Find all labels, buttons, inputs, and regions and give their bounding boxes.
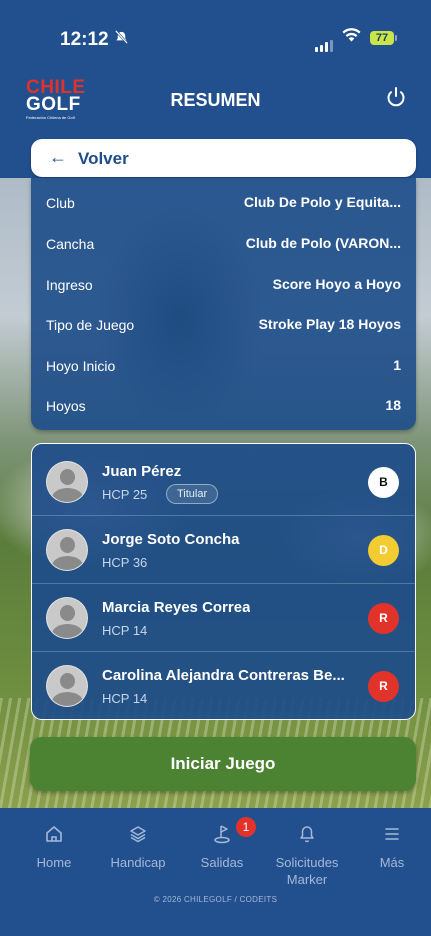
info-row-club: Club Club De Polo y Equita... — [31, 182, 416, 222]
info-value: Score Hoyo a Hoyo — [272, 276, 401, 292]
info-key: Cancha — [46, 236, 95, 252]
info-value: Club de Polo (VARON... — [245, 235, 401, 251]
tab-home[interactable]: Home — [14, 824, 94, 871]
back-button[interactable]: ← Volver — [31, 139, 416, 177]
avatar — [46, 597, 88, 639]
logo-tagline: Federación Chilena de Golf — [26, 115, 75, 120]
tee-badge[interactable]: R — [368, 603, 399, 634]
game-info-card: Club Club De Polo y Equita... Cancha Clu… — [31, 178, 416, 430]
bell-icon — [267, 824, 347, 848]
layers-icon — [98, 824, 178, 848]
info-row-hoyos: Hoyos 18 — [31, 385, 416, 425]
avatar — [46, 461, 88, 503]
start-game-label: Iniciar Juego — [170, 754, 276, 773]
player-row[interactable]: Marcia Reyes Correa HCP 14 R — [32, 583, 415, 652]
page-title: RESUMEN — [170, 90, 261, 110]
cellular-signal-icon — [315, 34, 335, 52]
avatar — [46, 665, 88, 707]
info-value: 1 — [393, 357, 401, 373]
silent-mode-icon — [114, 30, 129, 48]
arrow-left-icon: ← — [49, 147, 67, 167]
status-bar: 12:12 77 — [0, 0, 431, 64]
info-value: Stroke Play 18 Hoyos — [258, 316, 401, 332]
info-row-ingreso: Ingreso Score Hoyo a Hoyo — [31, 264, 416, 304]
player-hcp: HCP 25 — [102, 487, 148, 502]
player-name: Jorge Soto Concha — [102, 531, 240, 548]
info-row-tipo-juego: Tipo de Juego Stroke Play 18 Hoyos — [31, 304, 416, 344]
info-value: Club De Polo y Equita... — [243, 194, 401, 210]
info-row-cancha: Cancha Club de Polo (VARON... — [31, 223, 416, 263]
player-row[interactable]: Juan Pérez HCP 25 Titular B — [32, 447, 415, 516]
tab-label: Home — [36, 855, 72, 870]
tee-badge[interactable]: R — [368, 671, 399, 702]
menu-icon — [352, 824, 431, 848]
info-key: Tipo de Juego — [46, 317, 135, 333]
info-key: Hoyo Inicio — [46, 358, 116, 374]
info-key: Hoyos — [46, 398, 86, 414]
player-row[interactable]: Carolina Alejandra Contreras Be... HCP 1… — [32, 651, 415, 719]
info-key: Club — [46, 195, 75, 211]
footer-copyright: © 2026 CHILEGOLF / CODEITS — [153, 895, 278, 904]
tab-solicitudes-marker[interactable]: Solicitudes Marker — [267, 824, 347, 888]
tee-badge[interactable]: D — [368, 535, 399, 566]
bottom-tab-bar: Home Handicap Salidas Solicitudes Marker… — [0, 808, 431, 936]
tee-badge[interactable]: B — [368, 467, 399, 498]
notification-badge: 1 — [236, 817, 256, 837]
player-hcp: HCP 36 — [102, 555, 148, 570]
players-card: Juan Pérez HCP 25 Titular B Jorge Soto C… — [31, 443, 416, 720]
home-icon — [14, 824, 94, 848]
back-button-label: Volver — [78, 149, 129, 168]
tab-handicap[interactable]: Handicap — [98, 824, 178, 871]
tab-label: Handicap — [110, 855, 166, 870]
tab-label: Más — [379, 855, 405, 870]
tab-label: Solicitudes Marker — [275, 855, 339, 887]
player-name: Carolina Alejandra Contreras Be... — [102, 667, 345, 684]
status-time: 12:12 — [60, 29, 109, 50]
app-header: CHILE GOLF Federación Chilena de Golf RE… — [0, 64, 431, 134]
info-row-hoyo-inicio: Hoyo Inicio 1 — [31, 345, 416, 385]
tab-mas[interactable]: Más — [352, 824, 431, 871]
player-row[interactable]: Jorge Soto Concha HCP 36 D — [32, 515, 415, 584]
info-value: 18 — [385, 397, 401, 413]
player-hcp: HCP 14 — [102, 691, 148, 706]
titular-badge: Titular — [166, 484, 219, 504]
tab-label: Salidas — [200, 855, 244, 870]
power-logout-icon[interactable] — [385, 86, 407, 108]
player-name: Marcia Reyes Correa — [102, 599, 251, 616]
player-hcp: HCP 14 — [102, 623, 148, 638]
start-game-button[interactable]: Iniciar Juego — [30, 737, 416, 791]
battery-icon: 77 — [370, 31, 397, 45]
info-key: Ingreso — [46, 277, 93, 293]
avatar — [46, 529, 88, 571]
wifi-icon — [342, 27, 361, 48]
player-name: Juan Pérez — [102, 463, 182, 480]
